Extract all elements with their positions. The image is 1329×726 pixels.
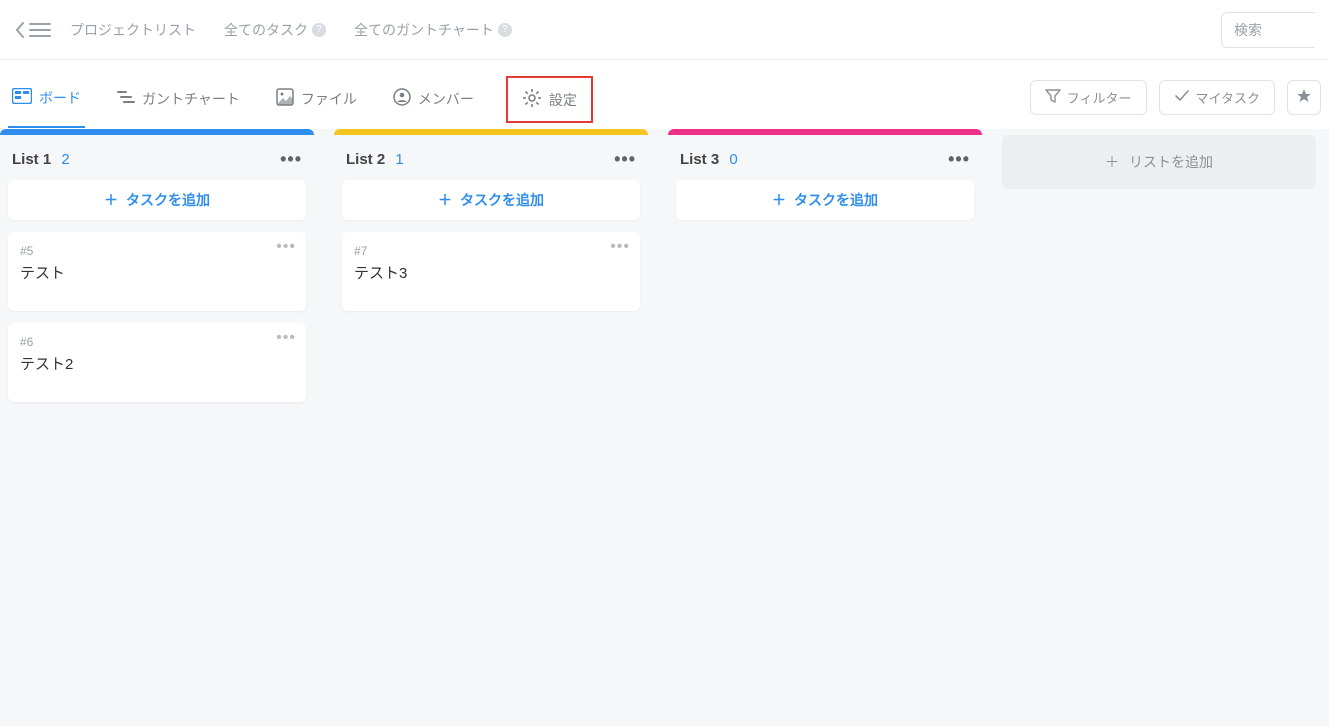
card-title: テスト3 [354,262,628,283]
board: List 1 2 ••• ＋ タスクを追加 ••• #5 テスト ••• #6 … [0,129,1329,726]
button-label: フィルター [1067,88,1132,107]
plus-icon: ＋ [104,190,118,210]
card-id: #7 [354,244,628,258]
button-label: マイタスク [1196,88,1260,107]
member-icon [393,88,411,109]
star-button[interactable] [1287,80,1321,115]
search-wrap [1221,12,1315,48]
button-label: タスクを追加 [460,190,544,210]
tab-board[interactable]: ボード [8,82,85,128]
task-card[interactable]: ••• #5 テスト [8,232,306,311]
list-title-wrap: List 2 1 [346,151,404,168]
mytask-button[interactable]: マイタスク [1159,80,1275,115]
list-title-wrap: List 1 2 [12,151,70,168]
tab-label: 設定 [549,90,577,110]
list-header: List 1 2 ••• [0,135,314,180]
list-count: 1 [395,151,403,168]
task-card[interactable]: ••• #7 テスト3 [342,232,640,311]
nav-all-gantt[interactable]: 全てのガントチャート ? [354,20,512,40]
add-task-button[interactable]: ＋ タスクを追加 [676,180,974,220]
file-icon [276,88,294,109]
tab-label: ガントチャート [142,89,240,109]
list-column: List 2 1 ••• ＋ タスクを追加 ••• #7 テスト3 [334,129,648,726]
task-card[interactable]: ••• #6 テスト2 [8,323,306,402]
check-icon [1174,89,1190,106]
back-menu[interactable] [14,21,52,39]
button-label: タスクを追加 [126,190,210,210]
list-menu-button[interactable]: ••• [280,149,302,170]
tab-label: メンバー [418,89,474,109]
nav-label: 全てのタスク [224,20,308,40]
add-task-button[interactable]: ＋ タスクを追加 [8,180,306,220]
list-menu-button[interactable]: ••• [614,149,636,170]
plus-icon: ＋ [1105,152,1119,172]
button-label: リストを追加 [1129,152,1213,172]
nav-label: 全てのガントチャート [354,20,494,40]
list-title-wrap: List 3 0 [680,151,738,168]
nav-label: プロジェクトリスト [70,20,196,40]
help-icon: ? [498,23,512,37]
card-id: #5 [20,244,294,258]
list-title: List 3 [680,151,719,168]
card-menu-button[interactable]: ••• [276,329,296,347]
gantt-icon [117,89,135,108]
board-icon [12,88,32,107]
plus-icon: ＋ [438,190,452,210]
list-menu-button[interactable]: ••• [948,149,970,170]
tabbar-right: フィルター マイタスク [1030,80,1321,129]
tab-label: ファイル [301,89,357,109]
filter-icon [1045,89,1061,106]
add-task-button[interactable]: ＋ タスクを追加 [342,180,640,220]
list-title: List 2 [346,151,385,168]
tab-label: ボード [39,88,81,108]
add-list-button[interactable]: ＋ リストを追加 [1002,135,1316,189]
button-label: タスクを追加 [794,190,878,210]
plus-icon: ＋ [772,190,786,210]
search-input[interactable] [1221,12,1315,48]
list-column: List 3 0 ••• ＋ タスクを追加 [668,129,982,726]
chevron-left-icon [14,21,26,39]
nav-project-list[interactable]: プロジェクトリスト [70,20,196,40]
card-title: テスト [20,262,294,283]
gear-icon [522,88,542,111]
list-column: List 1 2 ••• ＋ タスクを追加 ••• #5 テスト ••• #6 … [0,129,314,726]
list-count: 2 [61,151,69,168]
tab-gantt[interactable]: ガントチャート [113,83,244,127]
list-header: List 3 0 ••• [668,135,982,180]
star-icon [1296,88,1312,107]
hamburger-icon [28,21,52,39]
card-menu-button[interactable]: ••• [610,238,630,256]
list-count: 0 [729,151,737,168]
list-title: List 1 [12,151,51,168]
tabbar: ボード ガントチャート ファイル [0,60,1329,129]
tab-settings[interactable]: 設定 [506,76,593,123]
card-id: #6 [20,335,294,349]
help-icon: ? [312,23,326,37]
nav-all-tasks[interactable]: 全てのタスク ? [224,20,326,40]
tab-member[interactable]: メンバー [389,82,478,127]
tab-file[interactable]: ファイル [272,82,361,127]
filter-button[interactable]: フィルター [1030,80,1147,115]
card-title: テスト2 [20,353,294,374]
topbar: プロジェクトリスト 全てのタスク ? 全てのガントチャート ? [0,0,1329,60]
list-header: List 2 1 ••• [334,135,648,180]
card-menu-button[interactable]: ••• [276,238,296,256]
